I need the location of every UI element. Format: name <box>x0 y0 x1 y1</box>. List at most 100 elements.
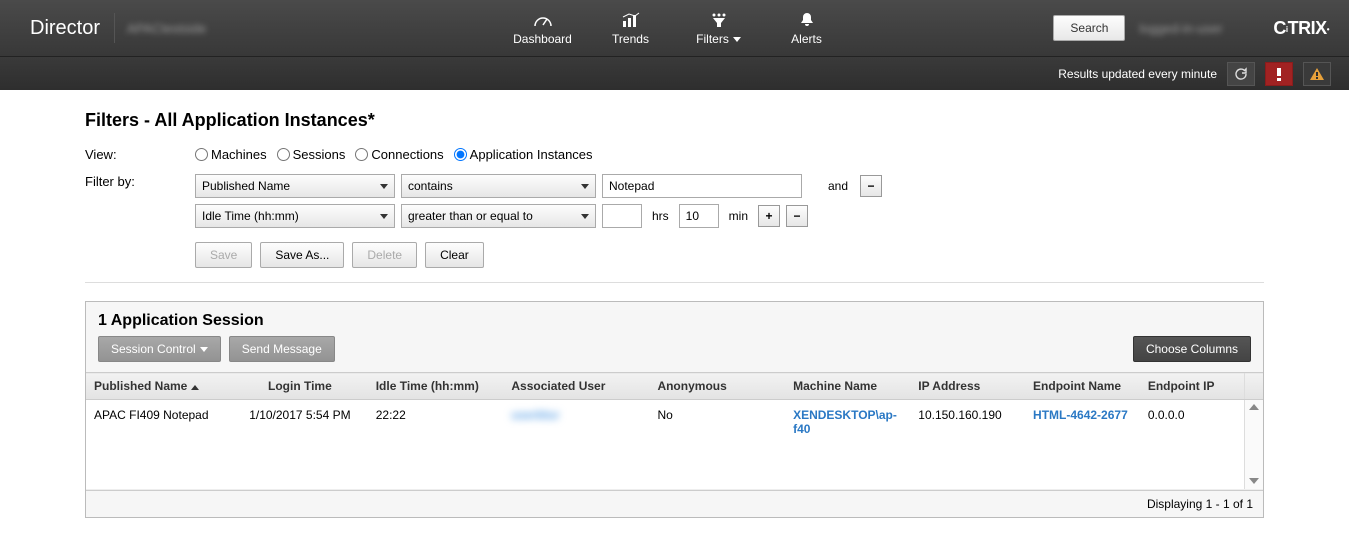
col-login-time[interactable]: Login Time <box>232 373 368 400</box>
scrollbar[interactable] <box>1244 400 1263 490</box>
add-filter-button[interactable]: + <box>758 205 780 227</box>
table-row[interactable]: APAC FI409 Notepad 1/10/2017 5:54 PM 22:… <box>86 400 1263 490</box>
nav-trends-label: Trends <box>612 32 649 46</box>
save-button[interactable]: Save <box>195 242 252 268</box>
endpoint-name-link: HTML-4642-2677 <box>1033 408 1128 422</box>
filter-by-label: Filter by: <box>85 174 195 189</box>
clear-button[interactable]: Clear <box>425 242 484 268</box>
filter-field-1-value: Published Name <box>202 179 290 193</box>
radio-sessions-label: Sessions <box>293 147 346 162</box>
nav-filters-label: Filters <box>696 32 729 46</box>
filter-field-2-value: Idle Time (hh:mm) <box>202 209 299 223</box>
cell-machine-name[interactable]: XENDESKTOP\ap-f40 <box>785 400 910 490</box>
sub-header: Results updated every minute <box>0 56 1349 90</box>
col-ip-address[interactable]: IP Address <box>910 373 1025 400</box>
delete-button[interactable]: Delete <box>352 242 417 268</box>
save-as-button[interactable]: Save As... <box>260 242 344 268</box>
col-published-name[interactable]: Published Name <box>86 373 232 400</box>
nav-trends[interactable]: Trends <box>587 0 675 56</box>
cell-endpoint-name[interactable]: HTML-4642-2677 <box>1025 400 1140 490</box>
choose-columns-button[interactable]: Choose Columns <box>1133 336 1251 362</box>
cell-anonymous: No <box>649 400 785 490</box>
citrix-logo: CiTRIX• <box>1273 18 1329 39</box>
filter-field-select-1[interactable]: Published Name <box>195 174 395 198</box>
associated-user-link: userblur <box>511 408 559 422</box>
filter-value-input-1[interactable] <box>602 174 802 198</box>
cell-idle-time: 22:22 <box>368 400 504 490</box>
divider <box>114 13 115 43</box>
scrollbar-header <box>1244 373 1263 400</box>
remove-filter-button-1[interactable]: − <box>860 175 882 197</box>
session-control-button[interactable]: Session Control <box>98 336 221 362</box>
view-label: View: <box>85 147 195 162</box>
filter-field-select-2[interactable]: Idle Time (hh:mm) <box>195 204 395 228</box>
content-area: Filters - All Application Instances* Vie… <box>0 90 1349 538</box>
filter-rows: Published Name contains and − Idle Time … <box>195 174 882 268</box>
col-endpoint-ip[interactable]: Endpoint IP <box>1140 373 1244 400</box>
hrs-label: hrs <box>652 209 669 223</box>
warning-alerts-button[interactable] <box>1303 62 1331 86</box>
main-nav: Dashboard Trends Filters Alerts <box>499 0 851 56</box>
filter-op-select-2[interactable]: greater than or equal to <box>401 204 596 228</box>
filter-icon <box>709 10 729 30</box>
nav-alerts[interactable]: Alerts <box>763 0 851 56</box>
table-footer: Displaying 1 - 1 of 1 <box>86 490 1263 517</box>
filter-row-2: Idle Time (hh:mm) greater than or equal … <box>195 204 882 228</box>
site-selector[interactable]: APACtestside <box>127 21 206 36</box>
send-message-button[interactable]: Send Message <box>229 336 335 362</box>
col-machine-name[interactable]: Machine Name <box>785 373 910 400</box>
filter-by-row: Filter by: Published Name contains and −… <box>85 174 1264 268</box>
radio-app-instances-label: Application Instances <box>470 147 593 162</box>
page-title: Filters - All Application Instances* <box>85 110 1264 131</box>
chevron-down-icon <box>200 347 208 352</box>
refresh-status: Results updated every minute <box>1058 67 1217 81</box>
nav-dashboard[interactable]: Dashboard <box>499 0 587 56</box>
remove-filter-button-2[interactable]: − <box>786 205 808 227</box>
panel-title: 1 Application Session <box>86 302 1263 336</box>
filter-op-select-1[interactable]: contains <box>401 174 596 198</box>
results-panel: 1 Application Session Session Control Se… <box>85 301 1264 518</box>
filter-op-2-value: greater than or equal to <box>408 209 533 223</box>
cell-associated-user[interactable]: userblur <box>503 400 649 490</box>
critical-alerts-button[interactable] <box>1265 62 1293 86</box>
cell-endpoint-ip: 0.0.0.0 <box>1140 400 1244 490</box>
trends-icon <box>621 10 641 30</box>
divider <box>85 282 1264 283</box>
col-anonymous[interactable]: Anonymous <box>649 373 785 400</box>
search-button[interactable]: Search <box>1053 15 1125 41</box>
scroll-up-icon <box>1249 404 1259 410</box>
warning-icon <box>1309 67 1325 81</box>
nav-filters[interactable]: Filters <box>675 0 763 56</box>
nav-alerts-label: Alerts <box>791 32 822 46</box>
filter-op-1-value: contains <box>408 179 453 193</box>
col-endpoint-name[interactable]: Endpoint Name <box>1025 373 1140 400</box>
col-idle-time[interactable]: Idle Time (hh:mm) <box>368 373 504 400</box>
radio-machines[interactable]: Machines <box>195 147 267 162</box>
radio-machines-label: Machines <box>211 147 267 162</box>
nav-dashboard-label: Dashboard <box>513 32 572 46</box>
cell-login-time: 1/10/2017 5:54 PM <box>232 400 368 490</box>
refresh-button[interactable] <box>1227 62 1255 86</box>
filter-min-input[interactable] <box>679 204 719 228</box>
col-associated-user[interactable]: Associated User <box>503 373 649 400</box>
bell-icon <box>799 10 815 30</box>
app-title: Director <box>30 17 100 40</box>
radio-sessions[interactable]: Sessions <box>277 147 346 162</box>
session-control-label: Session Control <box>111 342 196 356</box>
results-table: Published Name Login Time Idle Time (hh:… <box>86 372 1263 490</box>
header-right: Search logged-in-user CiTRIX• <box>1053 15 1329 41</box>
scroll-down-icon <box>1249 478 1259 484</box>
conjunction-label: and <box>828 179 848 193</box>
filter-hrs-input[interactable] <box>602 204 642 228</box>
table-header: Published Name Login Time Idle Time (hh:… <box>86 373 1263 400</box>
radio-app-instances[interactable]: Application Instances <box>454 147 593 162</box>
cell-ip-address: 10.150.160.190 <box>910 400 1025 490</box>
gauge-icon <box>533 10 553 30</box>
cell-published-name: APAC FI409 Notepad <box>86 400 232 490</box>
radio-connections[interactable]: Connections <box>355 147 443 162</box>
radio-connections-label: Connections <box>371 147 443 162</box>
view-row: View: Machines Sessions Connections Appl… <box>85 147 1264 162</box>
user-menu[interactable]: logged-in-user <box>1139 21 1259 36</box>
view-radio-group: Machines Sessions Connections Applicatio… <box>195 147 597 162</box>
filter-buttons: Save Save As... Delete Clear <box>195 242 882 268</box>
